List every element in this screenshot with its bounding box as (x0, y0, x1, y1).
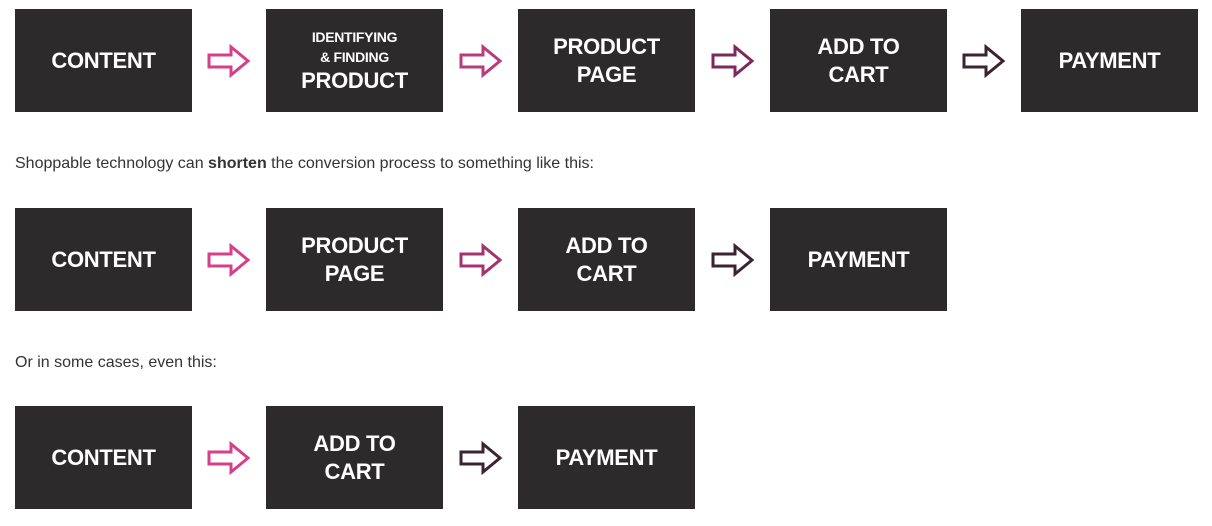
step-box: CONTENT (15, 9, 192, 112)
right-arrow-icon (962, 44, 1006, 78)
step-label: PRODUCT (301, 67, 408, 93)
step-label: CART (576, 260, 637, 286)
bold-word: shorten (208, 155, 267, 172)
step-label: PAYMENT (1058, 47, 1161, 73)
right-arrow-icon (459, 243, 502, 277)
right-arrow-icon (711, 44, 754, 78)
step-label: PAYMENT (555, 444, 658, 470)
step-box: PAYMENT (518, 406, 695, 509)
step-box: CONTENT (15, 208, 192, 311)
step-label: ADD TO (313, 430, 396, 456)
step-box: ADD TO CART (770, 9, 947, 112)
step-label: CONTENT (51, 47, 156, 73)
cases-paragraph: Or in some cases, even this: (15, 354, 217, 371)
step-label: PRODUCT (301, 232, 408, 258)
right-arrow-icon (459, 44, 502, 78)
step-box: CONTENT (15, 406, 192, 509)
step-label: PAGE (324, 260, 385, 286)
step-box: PAYMENT (1021, 9, 1198, 112)
right-arrow-icon (207, 243, 251, 277)
step-label: PRODUCT (553, 33, 660, 59)
step-label: ADD TO (817, 33, 900, 59)
step-label: & FINDING (320, 48, 389, 65)
step-box: PRODUCT PAGE (518, 9, 695, 112)
shorten-paragraph: Shoppable technology can shorten the con… (15, 155, 594, 173)
text-before: Shoppable technology can (15, 155, 209, 172)
right-arrow-icon (207, 441, 251, 475)
text-after: the conversion process to something like… (266, 155, 594, 172)
step-box: PAYMENT (770, 208, 947, 311)
step-label: PAGE (576, 61, 637, 87)
right-arrow-icon (459, 441, 502, 475)
step-box: ADD TO CART (518, 208, 695, 311)
step-label: PAYMENT (807, 246, 910, 272)
right-arrow-icon (711, 243, 754, 277)
step-label: IDENTIFYING (311, 28, 398, 45)
step-label: ADD TO (565, 232, 648, 258)
step-label: CONTENT (51, 246, 156, 272)
step-box: PRODUCT PAGE (266, 208, 443, 311)
step-label: CONTENT (51, 444, 156, 470)
step-label: CART (828, 61, 889, 87)
step-box: IDENTIFYING & FINDING PRODUCT (266, 9, 443, 112)
right-arrow-icon (207, 44, 251, 78)
step-box: ADD TO CART (266, 406, 443, 509)
step-label: CART (324, 458, 385, 484)
